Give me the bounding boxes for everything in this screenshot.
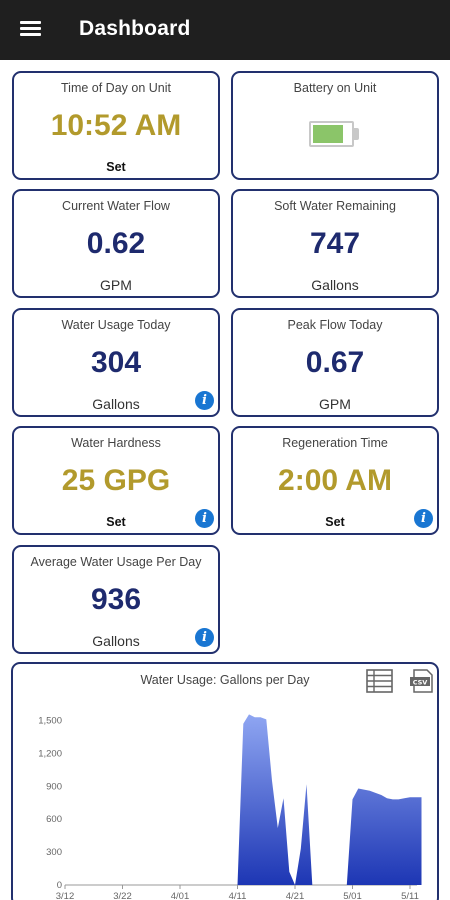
usage-today-label: Water Usage Today [61, 318, 171, 332]
set-time-button[interactable]: Set [14, 160, 218, 174]
water-flow-value: 0.62 [86, 227, 146, 260]
x-tick-label: 3/22 [113, 891, 132, 900]
soft-water-unit: Gallons [311, 277, 359, 293]
x-tick-label: 3/12 [56, 891, 75, 900]
peak-flow-unit: GPM [319, 396, 351, 412]
y-tick-label: 300 [46, 847, 62, 858]
usage-today-card: Water Usage Today 304 Gallons i [12, 308, 220, 417]
x-tick-label: 5/11 [401, 891, 419, 900]
average-usage-card: Average Water Usage Per Day 936 Gallons … [12, 545, 220, 654]
battery-icon [309, 121, 359, 147]
info-icon[interactable]: i [195, 391, 214, 410]
y-tick-label: 1,500 [38, 715, 62, 726]
time-label: Time of Day on Unit [61, 81, 171, 95]
svg-text:CSV: CSV [413, 678, 428, 686]
y-tick-label: 600 [46, 814, 62, 825]
water-flow-card: Current Water Flow 0.62 GPM [12, 189, 220, 298]
hardness-label: Water Hardness [71, 436, 161, 450]
page-title: Dashboard [79, 17, 191, 40]
regeneration-label: Regeneration Time [282, 436, 388, 450]
hardness-card: Water Hardness 25 GPG Set i [12, 426, 220, 535]
info-icon[interactable]: i [414, 509, 433, 528]
soft-water-value: 747 [309, 227, 361, 260]
usage-today-unit: Gallons [92, 396, 140, 412]
app-bar: Dashboard [0, 0, 450, 60]
regeneration-card: Regeneration Time 2:00 AM Set i [231, 426, 439, 535]
time-value: 10:52 AM [50, 109, 182, 142]
info-icon[interactable]: i [195, 509, 214, 528]
soft-water-card: Soft Water Remaining 747 Gallons [231, 189, 439, 298]
set-hardness-button[interactable]: Set [14, 515, 218, 529]
hardness-value: 25 GPG [61, 464, 171, 497]
x-tick-label: 4/01 [171, 891, 190, 900]
x-tick-label: 4/21 [286, 891, 305, 900]
set-regeneration-button[interactable]: Set [233, 515, 437, 529]
y-tick-label: 1,200 [38, 748, 62, 759]
menu-icon[interactable] [20, 21, 42, 39]
water-flow-label: Current Water Flow [62, 199, 170, 213]
table-icon[interactable] [366, 669, 393, 693]
x-tick-label: 5/01 [343, 891, 362, 900]
y-tick-label: 900 [46, 781, 62, 792]
csv-export-icon[interactable]: CSV [409, 669, 434, 693]
info-icon[interactable]: i [195, 628, 214, 647]
average-usage-unit: Gallons [92, 633, 140, 649]
peak-flow-label: Peak Flow Today [287, 318, 383, 332]
peak-flow-value: 0.67 [305, 346, 365, 379]
usage-area-series [237, 714, 422, 885]
time-card: Time of Day on Unit 10:52 AM Set [12, 71, 220, 180]
y-tick-label: 0 [57, 880, 62, 891]
average-usage-value: 936 [90, 583, 142, 616]
peak-flow-card: Peak Flow Today 0.67 GPM [231, 308, 439, 417]
water-usage-chart-card: 0 300 600 900 1,200 1,500 3/12 3/22 4/01 4/11 4/21… [11, 662, 439, 900]
usage-today-value: 304 [90, 346, 142, 379]
water-usage-chart: 0 300 600 900 1,200 1,500 3/12 3/22 4/01 4/11 4/21… [38, 714, 422, 900]
x-tick-label: 4/11 [229, 891, 247, 900]
regeneration-value: 2:00 AM [278, 464, 392, 497]
battery-card: Battery on Unit [231, 71, 439, 180]
soft-water-label: Soft Water Remaining [274, 199, 396, 213]
average-usage-label: Average Water Usage Per Day [30, 555, 202, 569]
battery-label: Battery on Unit [293, 81, 377, 95]
water-flow-unit: GPM [100, 277, 132, 293]
